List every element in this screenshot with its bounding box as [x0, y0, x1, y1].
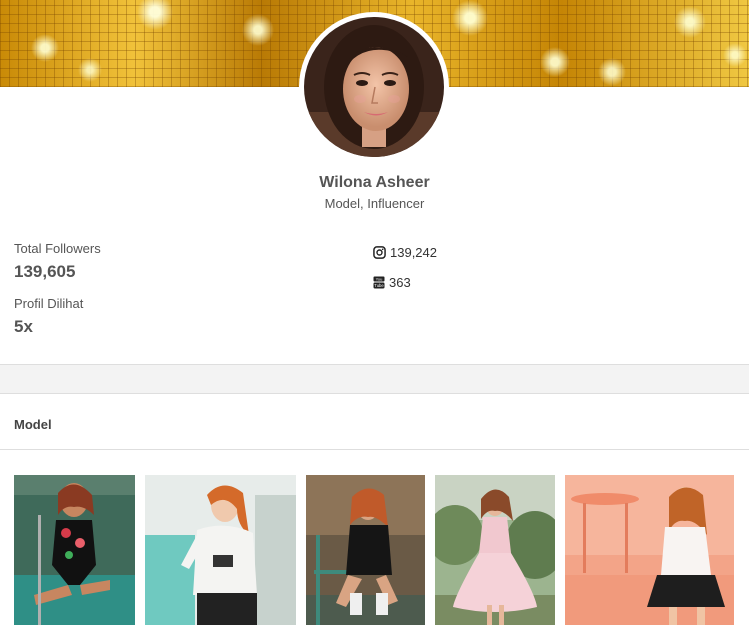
- youtube-icon: You Tube: [373, 276, 385, 289]
- gallery-photo[interactable]: [435, 475, 555, 625]
- profile-role: Model, Influencer: [324, 196, 425, 211]
- views-value: 5x: [14, 317, 33, 336]
- svg-text:Tube: Tube: [374, 283, 384, 288]
- instagram-stat[interactable]: 139,242: [373, 245, 437, 260]
- gallery-photo[interactable]: [306, 475, 425, 625]
- gallery-photo[interactable]: [14, 475, 135, 625]
- profile-name: Wilona Asheer: [319, 174, 430, 191]
- section-title: Model: [14, 417, 52, 432]
- followers-value: 139,605: [14, 262, 76, 281]
- gallery-photo[interactable]: [145, 475, 296, 625]
- section-separator: [0, 364, 749, 394]
- svg-text:You: You: [376, 277, 383, 282]
- divider: [0, 449, 749, 450]
- profile-page: Wilona Asheer Model, Influencer Total Fo…: [0, 0, 749, 637]
- gallery-photo[interactable]: [565, 475, 734, 625]
- views-label: Profil Dilihat: [14, 296, 84, 311]
- youtube-stat[interactable]: You Tube 363: [373, 275, 411, 290]
- instagram-icon: [373, 246, 386, 259]
- instagram-count: 139,242: [390, 245, 437, 260]
- followers-label: Total Followers: [14, 241, 101, 256]
- youtube-count: 363: [389, 275, 411, 290]
- avatar[interactable]: [299, 12, 449, 162]
